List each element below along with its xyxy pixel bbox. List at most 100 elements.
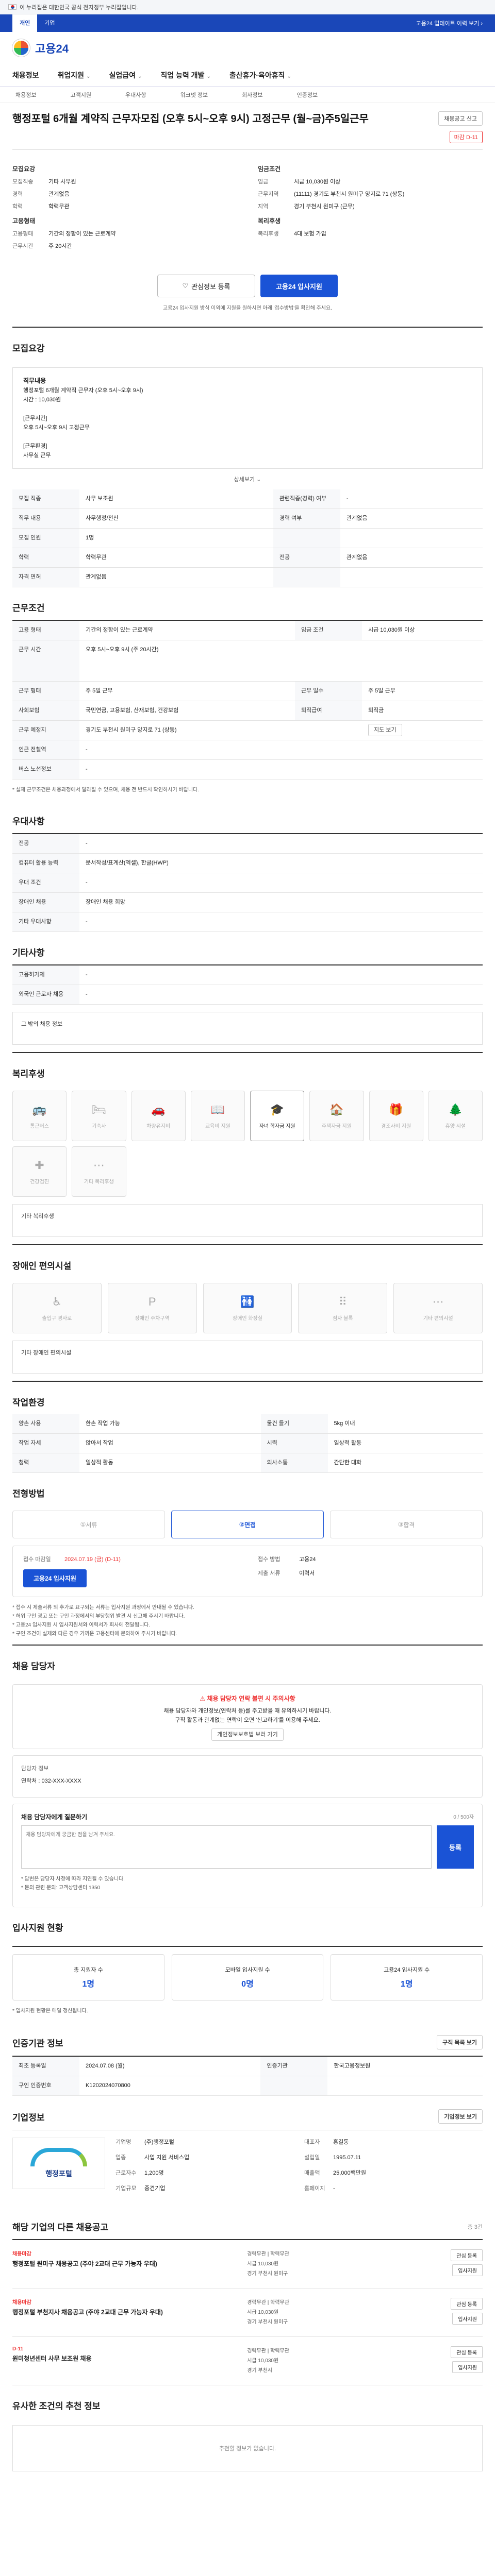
- nav-item-training[interactable]: 직업 능력 개발 ⌄: [160, 70, 210, 80]
- chevron-down-icon: ⌄: [86, 73, 91, 79]
- apply-button[interactable]: 입사지원: [452, 2361, 483, 2373]
- stat-item: 총 지원자 수 1명: [12, 1954, 164, 2001]
- section-stats: 입사지원 현황: [12, 1923, 63, 1933]
- stats-note: * 입사지원 현황은 매일 갱신됩니다.: [12, 2008, 88, 2014]
- inquiry-submit[interactable]: 등록: [437, 1825, 474, 1869]
- env-table: 양손 사용 한손 작업 가능 물건 들기 5kg 이내 작업 자세 앉아서 작업 시력 일상…: [12, 1414, 483, 1473]
- section-work: 근무조건: [12, 603, 45, 613]
- disabled-box: 기타 장애인 편의시설: [12, 1341, 483, 1374]
- facility-item: ♿ 출입구 경사로: [12, 1283, 102, 1333]
- section-prefs: 우대사항: [12, 817, 45, 826]
- recruit-table: 모집 직종 사무 보조원 관련직종(경력) 여부 - 직무 내용 사무행정/전산 경력 여…: [12, 489, 483, 587]
- company-info-button[interactable]: 기업정보 보기: [438, 2109, 483, 2124]
- inquiry-input[interactable]: [21, 1825, 432, 1869]
- subnav-item[interactable]: 워크넷 정보: [180, 91, 208, 99]
- welfare-item: 🚗 차량유지비: [131, 1091, 186, 1141]
- scrap-button[interactable]: 관심 등록: [451, 2298, 483, 2310]
- house-icon: 🏠: [329, 1103, 344, 1116]
- meta-heading: 복리후생: [258, 217, 281, 225]
- gift-icon: 🎁: [389, 1103, 403, 1116]
- section-disabled: 장애인 편의시설: [12, 1244, 483, 1278]
- car-icon: 🚗: [151, 1103, 166, 1116]
- welfare-item: ✚ 건강검진: [12, 1146, 67, 1197]
- chevron-down-icon: ⌄: [206, 73, 211, 79]
- inquiry-box: 채용 담당자에게 질문하기 0 / 500자 등록 * 답변은 담당자 사정에 …: [12, 1804, 483, 1907]
- report-button[interactable]: 채용공고 신고: [438, 111, 483, 126]
- subnav-item[interactable]: 인증정보: [297, 91, 318, 99]
- empty-state: 추천할 정보가 없습니다.: [12, 2425, 483, 2471]
- scrap-button[interactable]: 관심 등록: [451, 2249, 483, 2261]
- logo-icon[interactable]: [12, 39, 30, 57]
- braille-icon: ⠿: [338, 1295, 347, 1308]
- subnav-item[interactable]: 채용정보: [15, 91, 36, 99]
- welfare-item: 🛏 기숙사: [72, 1091, 126, 1141]
- nav-item-jobs[interactable]: 채용정보: [12, 70, 39, 80]
- subnav-item[interactable]: 고객지원: [70, 91, 91, 99]
- meta-heading: 고용형태: [12, 217, 36, 225]
- meta-heading: 임금조건: [258, 165, 281, 173]
- gov-banner-text: 이 누리집은 대한민국 공식 전자정부 누리집입니다.: [20, 4, 139, 11]
- scrap-button[interactable]: 관심 등록: [451, 2346, 483, 2358]
- facility-item: ⠿ 점자 블록: [298, 1283, 388, 1333]
- deadline-badge: 마감 D-11: [449, 131, 483, 143]
- nav-item-support[interactable]: 취업지원 ⌄: [58, 70, 91, 80]
- more-button[interactable]: 상세보기 ⌄: [12, 469, 483, 489]
- tab-personal[interactable]: 개인: [12, 14, 38, 32]
- apply-note: 고용24 입사지원 방식 이외에 지원을 원하시면 아래 '접수방법'을 확인해…: [163, 306, 332, 311]
- update-link[interactable]: 고용24 업데이트 이력 보기 ›: [416, 19, 483, 27]
- list-item[interactable]: 채용마감 행정포털 원미구 채용공고 (주야 2교대 근무 가능자 우대) 경력무…: [12, 2240, 483, 2289]
- parking-icon: P: [148, 1295, 156, 1308]
- job-list-button[interactable]: 구직 목록 보기: [437, 2035, 483, 2049]
- welfare-box: 기타 복리후생: [12, 1204, 483, 1237]
- privacy-button[interactable]: 개인정보보호법 보러 가기: [211, 1728, 284, 1741]
- company-box: 행정포털 기업명 (주)행정포털 대표자 홍길동 업종 사업 지원 서비스업 설립일 1…: [12, 2130, 483, 2196]
- subnav-item[interactable]: 우대사항: [125, 91, 146, 99]
- list-item[interactable]: 채용마감 행정포털 부천지사 채용공고 (주야 2교대 근무 가능자 우대) 경력…: [12, 2289, 483, 2337]
- tab-company[interactable]: 기업: [37, 14, 62, 32]
- facility-item: ⋯ 기타 편의시설: [393, 1283, 483, 1333]
- bus-icon: 🚌: [32, 1103, 47, 1116]
- alert-icon: ⚠: [200, 1695, 206, 1702]
- etc-table: 고용허가제 - 외국인 근로자 채용 -: [12, 964, 483, 1005]
- summary-box: 직무내용 행정포털 6개월 계약직 근무자 (오후 5시~오후 9시) 시간 :…: [12, 367, 483, 469]
- section-info: 인증기관 정보 구직 목록 보기: [12, 2022, 483, 2056]
- scrap-button[interactable]: ♡ 관심정보 등록: [157, 275, 255, 297]
- section-etc: 기타사항: [12, 948, 45, 958]
- process-steps: ① 서류 ② 면접 ③ 합격: [12, 1511, 483, 1538]
- welfare-item: 🌲 휴양 시설: [428, 1091, 483, 1141]
- list-item[interactable]: D-11 원미청년센터 사무 보조원 채용 경력무관 | 학력무관 시급 10,03…: [12, 2337, 483, 2385]
- apply-box: 접수 마감일 2024.07.19 (금) (D-11) 고용24 입사지원 접수…: [12, 1546, 483, 1597]
- stats-grid: 총 지원자 수 1명 모바일 입사지원 수 0명 고용24 입사지원 수 1명: [12, 1946, 483, 2001]
- etc-box: 그 밖의 채용 정보: [12, 1012, 483, 1045]
- apply-button[interactable]: 입사지원: [452, 2264, 483, 2276]
- welfare-item: 🚌 통근버스: [12, 1091, 67, 1141]
- company-logo: 행정포털: [12, 2138, 105, 2189]
- section-manager: 채용 담당자: [12, 1645, 483, 1678]
- subnav-item[interactable]: 회사정보: [242, 91, 262, 99]
- top-bar: 개인 기업 고용24 업데이트 이력 보기 ›: [0, 14, 495, 32]
- section-welfare: 복리후생: [12, 1052, 483, 1086]
- toilet-icon: 🚻: [240, 1295, 255, 1308]
- more-icon: ⋯: [93, 1158, 105, 1172]
- health-icon: ✚: [35, 1158, 44, 1172]
- nav-item-leave[interactable]: 출산휴가·육아휴직 ⌄: [229, 70, 291, 80]
- map-button[interactable]: 지도 보기: [368, 724, 402, 736]
- step-item: ② 면접: [171, 1511, 324, 1538]
- brand-name[interactable]: 고용24: [35, 40, 69, 56]
- work-table: 고용 형태 기간의 정함이 있는 근로계약 임금 조건 시급 10,030원 이상 근…: [12, 620, 483, 779]
- section-similar: 유사한 조건의 추천 정보: [12, 2401, 101, 2411]
- chevron-down-icon: ⌄: [137, 73, 142, 79]
- welfare-item: ⋯ 기타 복리후생: [72, 1146, 126, 1197]
- other-jobs: 채용마감 행정포털 원미구 채용공고 (주야 2교대 근무 가능자 우대) 경력무…: [12, 2239, 483, 2385]
- graduation-icon: 🎓: [270, 1103, 285, 1116]
- apply-button-2[interactable]: 고용24 입사지원: [23, 1569, 87, 1587]
- section-summary: 모집요강: [12, 327, 483, 360]
- stat-item: 모바일 입사지원 수 0명: [171, 1954, 324, 2001]
- facility-item: 🚻 장애인 화장실: [203, 1283, 292, 1333]
- apply-button[interactable]: 고용24 입사지원: [260, 275, 338, 297]
- apply-button[interactable]: 입사지원: [452, 2313, 483, 2325]
- welfare-item: 🎁 경조사비 지원: [369, 1091, 423, 1141]
- welfare-grid: 🚌 통근버스 🛏 기숙사 🚗 차량유지비 📖 교육비 지원 🎓 자녀 학자금 지원 🏠 주택…: [12, 1091, 483, 1197]
- stat-item: 고용24 입사지원 수 1명: [331, 1954, 483, 2001]
- nav-item-benefit[interactable]: 실업급여 ⌄: [109, 70, 142, 80]
